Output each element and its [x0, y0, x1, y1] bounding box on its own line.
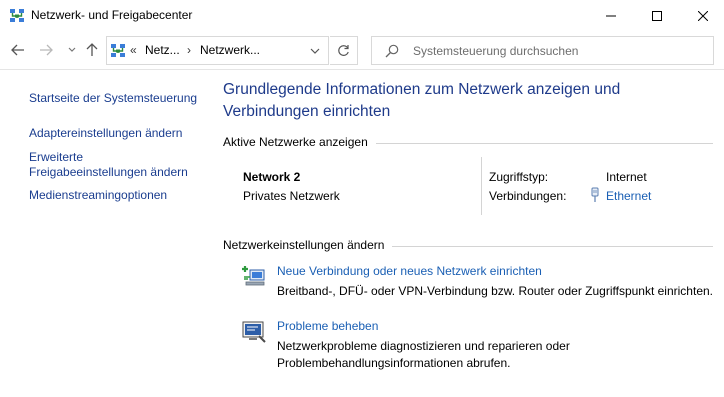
maximize-button[interactable] — [634, 0, 680, 31]
search-icon — [385, 44, 399, 58]
maximize-icon — [652, 10, 662, 21]
ethernet-connection-link[interactable]: Ethernet — [606, 189, 651, 203]
address-dropdown-button[interactable] — [308, 44, 322, 58]
arrow-right-icon — [40, 44, 53, 56]
change-settings-title: Netzwerkeinstellungen ändern — [223, 238, 393, 252]
network-center-icon — [110, 43, 126, 59]
network-type: Privates Netzwerk — [243, 189, 340, 203]
title-bar: Netzwerk- und Freigabecenter — [0, 0, 724, 31]
breadcrumb-overflow[interactable]: « — [130, 43, 137, 57]
troubleshoot-link[interactable]: Probleme beheben — [277, 319, 378, 333]
breadcrumb-separator[interactable]: › — [187, 43, 191, 57]
address-bar[interactable]: « Netz... › Netzwerk... — [106, 36, 329, 65]
chevron-down-icon — [68, 47, 76, 52]
refresh-button[interactable] — [330, 36, 358, 65]
recent-locations-button[interactable] — [63, 41, 81, 59]
minimize-button[interactable] — [588, 0, 634, 31]
sidebar-link-control-panel-home[interactable]: Startseite der Systemsteuerung — [29, 91, 197, 106]
chevron-down-icon — [310, 48, 320, 54]
network-name: Network 2 — [243, 170, 301, 184]
search-input[interactable]: Systemsteuerung durchsuchen — [371, 36, 714, 65]
breadcrumb-segment[interactable]: Netzwerk... — [200, 43, 260, 57]
search-placeholder: Systemsteuerung durchsuchen — [413, 44, 579, 58]
breadcrumb-segment[interactable]: Netz... — [145, 43, 180, 57]
access-type-label: Zugriffstyp: — [489, 170, 549, 184]
new-connection-link[interactable]: Neue Verbindung oder neues Netzwerk einr… — [277, 264, 542, 278]
close-icon — [698, 10, 708, 21]
minimize-icon — [606, 15, 616, 16]
sidebar-link-adapter-settings[interactable]: Adaptereinstellungen ändern — [29, 126, 182, 141]
forward-button[interactable] — [37, 41, 55, 59]
page-title: Grundlegende Informationen zum Netzwerk … — [223, 81, 621, 120]
troubleshoot-icon — [241, 318, 267, 344]
sidebar-link-media-streaming[interactable]: Medienstreamingoptionen — [29, 188, 167, 203]
active-networks-title: Aktive Netzwerke anzeigen — [223, 135, 376, 149]
troubleshoot-description: Netzwerkprobleme diagnostizieren und rep… — [277, 339, 570, 370]
vertical-divider — [481, 157, 482, 215]
back-button[interactable] — [9, 41, 27, 59]
new-connection-icon — [241, 263, 267, 289]
arrow-up-icon — [86, 43, 98, 56]
ethernet-icon — [589, 187, 601, 203]
window-title: Netzwerk- und Freigabecenter — [31, 8, 193, 22]
refresh-icon — [338, 45, 349, 56]
access-type-value: Internet — [606, 170, 647, 184]
arrow-left-icon — [11, 44, 24, 56]
sidebar-link-advanced-sharing[interactable]: Erweiterte Freigabeeinstellungen ändern — [29, 150, 204, 180]
up-button[interactable] — [83, 41, 101, 59]
new-connection-description: Breitband-, DFÜ- oder VPN-Verbindung bzw… — [277, 284, 713, 298]
navigation-bar: « Netz... › Netzwerk... Systemsteuerung … — [0, 31, 724, 69]
close-button[interactable] — [680, 0, 724, 31]
connections-label: Verbindungen: — [489, 189, 567, 203]
network-center-icon — [9, 8, 25, 24]
sidebar: Startseite der Systemsteuerung Adapterei… — [0, 70, 208, 397]
